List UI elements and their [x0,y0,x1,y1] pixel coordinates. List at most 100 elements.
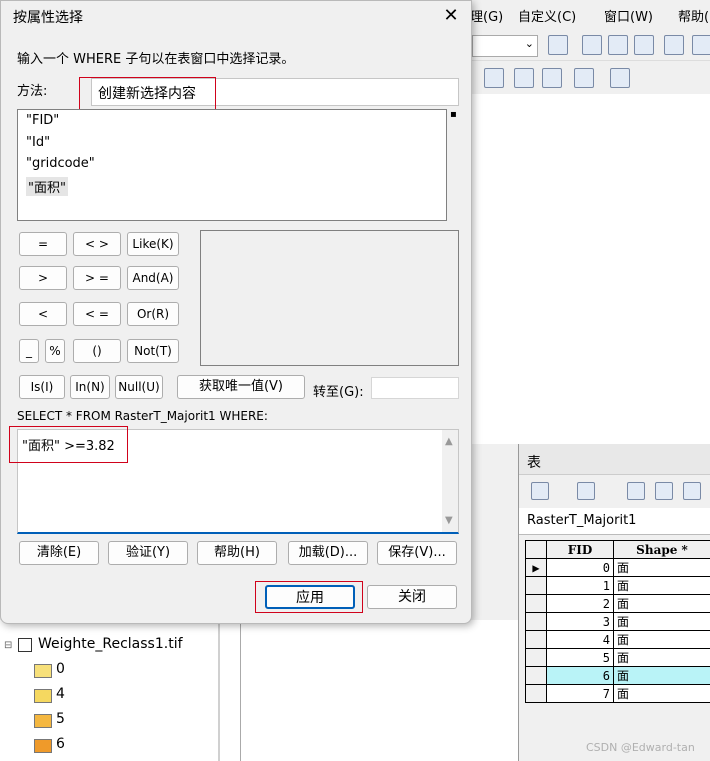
attribute-grid: FID Shape * ▶ 0 面 1面 2面 3面 4面 5面 6面 7面 [525,540,710,703]
clear-button[interactable]: 清除(E) [19,541,99,565]
load-button[interactable]: 加载(D)... [288,541,368,565]
operator-parens-button[interactable]: () [73,339,121,363]
operator-null-button[interactable]: Null(U) [115,375,163,399]
column-header-shape[interactable]: Shape * [613,540,710,559]
current-row-icon[interactable]: ▶ [525,558,547,577]
cell-shape[interactable]: 面 [613,630,710,649]
table-row[interactable]: 5面 [525,648,710,667]
catalog-icon[interactable] [608,35,628,55]
table-row[interactable]: 3面 [525,612,710,631]
operator-is-button[interactable]: Is(I) [19,375,65,399]
editor-icon[interactable] [548,35,568,55]
cell-fid[interactable]: 3 [546,612,614,631]
cell-shape[interactable]: 面 [613,666,710,685]
row-selector[interactable] [525,630,547,649]
operator-less-button[interactable]: < [19,302,67,326]
menu-window[interactable]: 窗口(W) [604,6,653,25]
select-by-attributes-dialog: 按属性选择 ✕ 输入一个 WHERE 子句以在表窗口中选择记录。 方法: 创建新… [0,0,472,624]
cell-fid[interactable]: 0 [546,558,614,577]
table-row[interactable]: 1面 [525,576,710,595]
field-item[interactable]: "Id" [26,135,50,150]
switch-selection-icon[interactable] [655,482,673,500]
table-title-bar[interactable]: 表 [519,444,710,475]
cell-shape[interactable]: 面 [613,612,710,631]
operator-greater-button[interactable]: > [19,266,67,290]
toolbox-icon[interactable] [664,35,684,55]
get-unique-values-button[interactable]: 获取唯一值(V) [177,375,305,399]
goto-input[interactable] [371,377,459,399]
table-options-icon[interactable] [531,482,549,500]
scale-combo[interactable]: ⌄ [472,35,538,57]
row-selector[interactable] [525,594,547,613]
map-view[interactable] [470,94,710,444]
table-icon[interactable] [582,35,602,55]
operator-in-button[interactable]: In(N) [70,375,110,399]
toc-splitter[interactable] [218,620,220,761]
menu-customize[interactable]: 自定义(C) [518,6,576,25]
search-window-icon[interactable] [634,35,654,55]
operator-greater-equal-button[interactable]: > = [73,266,121,290]
cell-shape[interactable]: 面 [613,576,710,595]
close-icon[interactable]: ✕ [441,6,461,26]
row-selector-header[interactable] [525,540,547,559]
field-item[interactable]: "FID" [26,113,59,128]
row-selector[interactable] [525,576,547,595]
cell-fid[interactable]: 5 [546,648,614,667]
unique-values-list[interactable] [200,230,459,366]
save-button[interactable]: 保存(V)... [377,541,457,565]
field-item[interactable]: "gridcode" [26,156,95,171]
operator-not-equal-button[interactable]: < > [73,232,121,256]
find-icon[interactable] [484,68,504,88]
expand-icon[interactable]: ⊟ [4,640,12,651]
menu-geoprocessing[interactable]: 理(G) [470,6,503,25]
map-view-lower[interactable] [240,620,521,761]
row-selector[interactable] [525,666,547,685]
operator-underscore-button[interactable]: _ [19,339,39,363]
table-row[interactable]: 4面 [525,630,710,649]
operator-less-equal-button[interactable]: < = [73,302,121,326]
column-header-fid[interactable]: FID [546,540,614,559]
table-row[interactable]: 2面 [525,594,710,613]
layer-name[interactable]: Weighte_Reclass1.tif [38,636,183,652]
cell-shape[interactable]: 面 [613,594,710,613]
cell-shape[interactable]: 面 [613,684,710,703]
operator-like-button[interactable]: Like(K) [127,232,179,256]
row-selector[interactable] [525,648,547,667]
menu-help[interactable]: 帮助( [678,6,709,25]
table-row[interactable]: ▶ 0 面 [525,558,710,577]
field-list[interactable]: "FID" "Id" "gridcode" "面积" [17,109,447,221]
goto-xy-icon[interactable] [514,68,534,88]
verify-button[interactable]: 验证(Y) [108,541,188,565]
operator-equal-button[interactable]: = [19,232,67,256]
cell-fid[interactable]: 1 [546,576,614,595]
row-selector[interactable] [525,684,547,703]
cell-fid[interactable]: 7 [546,684,614,703]
layer-checkbox[interactable] [18,638,32,652]
operator-not-button[interactable]: Not(T) [127,339,179,363]
operator-and-button[interactable]: And(A) [127,266,179,290]
table-row-selected[interactable]: 6面 [525,666,710,685]
operator-or-button[interactable]: Or(R) [127,302,179,326]
xy-icon[interactable] [542,68,562,88]
clear-selection-icon[interactable] [683,482,701,500]
time-slider-icon[interactable] [574,68,594,88]
cell-fid[interactable]: 2 [546,594,614,613]
select-by-attributes-icon[interactable] [627,482,645,500]
scroll-up-icon[interactable]: ▲ [445,436,453,447]
close-button[interactable]: 关闭 [367,585,457,609]
cell-fid[interactable]: 4 [546,630,614,649]
scroll-down-icon[interactable]: ▼ [445,515,453,526]
table-row[interactable]: 7面 [525,684,710,703]
cell-shape[interactable]: 面 [613,558,710,577]
row-selector[interactable] [525,612,547,631]
help-button[interactable]: 帮助(H) [197,541,277,565]
cell-shape[interactable]: 面 [613,648,710,667]
sql-scrollbar[interactable]: ▲ ▼ [442,430,458,532]
operator-percent-button[interactable]: % [45,339,65,363]
magnifier-icon[interactable] [610,68,630,88]
table-tab[interactable]: RasterT_Majorit1 [519,508,710,535]
python-icon[interactable] [692,35,710,55]
related-tables-icon[interactable] [577,482,595,500]
field-item-selected[interactable]: "面积" [26,177,68,196]
cell-fid[interactable]: 6 [546,666,614,685]
